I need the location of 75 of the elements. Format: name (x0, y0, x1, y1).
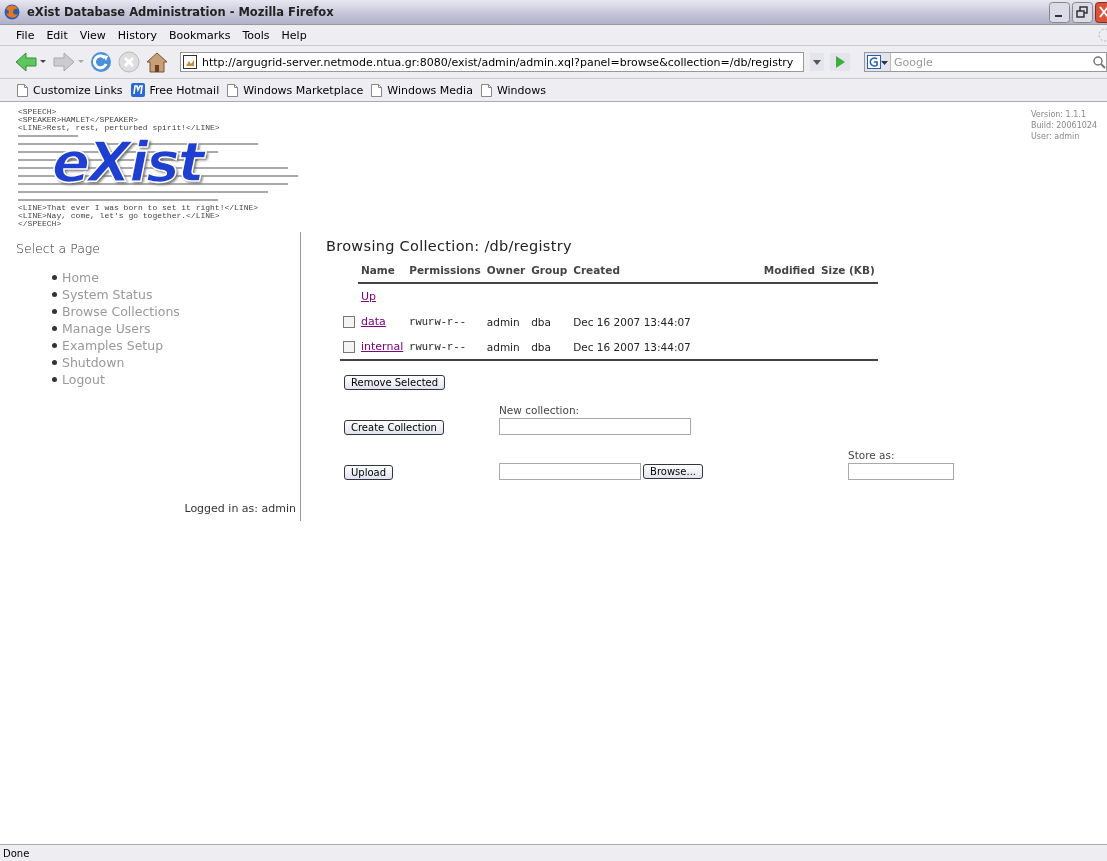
menu-item[interactable]: Bookmarks (163, 28, 237, 42)
status-text: Done (3, 847, 30, 859)
menu-item[interactable]: Help (275, 28, 313, 42)
checkbox[interactable] (343, 316, 355, 328)
table-cell: admin (483, 334, 529, 360)
create-collection-button[interactable]: Create Collection (344, 420, 444, 435)
file-field[interactable] (499, 463, 642, 480)
hotmail-icon (130, 83, 145, 97)
collection-link[interactable]: data (361, 315, 386, 328)
browse-button[interactable]: Browse... (643, 464, 703, 479)
bookmark-link[interactable]: Windows (496, 83, 546, 97)
xml-text: <LINE>That ever I was born to set it right!</LINE> <LINE>Nay, come, let's go together.</LINE> </SPEECH> (18, 204, 260, 228)
bullet-icon (52, 292, 57, 297)
menu-item[interactable]: History (111, 28, 163, 42)
table-cell-text: admin (485, 314, 521, 330)
window-title: eXist Database Administration - Mozilla Firefox (27, 5, 335, 19)
bookmark-link[interactable]: Customize Links (33, 83, 123, 97)
collection-link[interactable]: internal (361, 340, 404, 353)
restore-icon[interactable] (1072, 1, 1093, 23)
back-arrow-icon[interactable] (14, 51, 46, 73)
column-header: Name (358, 258, 407, 283)
bookmark-link[interactable]: Free Hotmail (149, 83, 220, 97)
menu-item[interactable]: Edit (40, 28, 74, 42)
xml-text: <SPEECH> <SPEAKER>HAMLET</SPEAKER> <LINE>Rest, rest, perturbed spirit!</LINE> (18, 108, 221, 132)
page-icon (17, 83, 28, 97)
bullet-icon (52, 309, 57, 314)
close-icon[interactable] (1095, 1, 1107, 23)
remove-selected-button[interactable]: Remove Selected (344, 375, 446, 390)
upload-button[interactable]: Upload (344, 465, 394, 480)
bullet-icon (52, 377, 57, 382)
google-g-icon (867, 55, 881, 69)
bookmark-link[interactable]: Windows Marketplace (243, 83, 364, 97)
menu-item[interactable]: Tools (236, 28, 276, 42)
collection-heading: Browsing Collection: /db/registry (326, 238, 573, 254)
column-header: Modified (693, 258, 818, 283)
column-header: Owner (483, 258, 529, 283)
input-field[interactable] (848, 463, 954, 480)
input-field[interactable] (499, 418, 691, 435)
column-header: Group (528, 258, 571, 283)
search-icon[interactable] (1092, 55, 1106, 69)
table-cell-text: Dec 16 2007 13:44:07 (572, 314, 692, 330)
column-header: Size (KB) (818, 258, 878, 283)
column-header: Permissions (406, 258, 484, 283)
sidebar-title: Select a Page (16, 241, 101, 256)
address-field[interactable]: http://argugrid-server.netmode.ntua.gr:8080/exist/admin/admin.xql?panel=browse&collection=/db/registry (180, 52, 804, 72)
page-icon (480, 83, 492, 97)
field-label: Store as: (848, 449, 896, 461)
throbber-icon (1095, 28, 1107, 42)
field-label: New collection: (499, 404, 581, 416)
bullet-icon (52, 360, 57, 365)
menu-item[interactable]: File (10, 28, 41, 42)
table-cell-text: rwurw-r-- (408, 314, 467, 330)
bookmark-link[interactable]: Windows Media (387, 83, 473, 97)
table-cell: dba (528, 334, 571, 360)
server-info: Version: 1.1.1 (1030, 110, 1087, 119)
reload-icon[interactable] (90, 51, 112, 73)
dropdown-icon[interactable] (810, 53, 824, 71)
bullet-icon (52, 326, 57, 331)
up-link[interactable]: Up (361, 290, 377, 303)
bullet-icon (52, 275, 57, 280)
login-status: Logged in as: admin (184, 502, 296, 515)
server-info: Build: 20061024 (1030, 121, 1097, 130)
home-icon[interactable] (146, 51, 168, 73)
page-icon (227, 83, 239, 97)
menu-item[interactable]: View (73, 28, 112, 42)
minimize-icon[interactable] (1049, 1, 1070, 23)
table-cell-text: dba (530, 314, 552, 330)
page-image-icon (183, 55, 197, 69)
bullet-icon (52, 343, 57, 348)
server-info: User: admin (1030, 132, 1081, 141)
checkbox[interactable] (343, 341, 355, 353)
table-cell: Dec 16 2007 13:44:07 (570, 334, 694, 360)
table-cell: rwurw-r-- (406, 334, 484, 360)
column-header: Created (570, 258, 694, 283)
page-icon (371, 83, 383, 97)
